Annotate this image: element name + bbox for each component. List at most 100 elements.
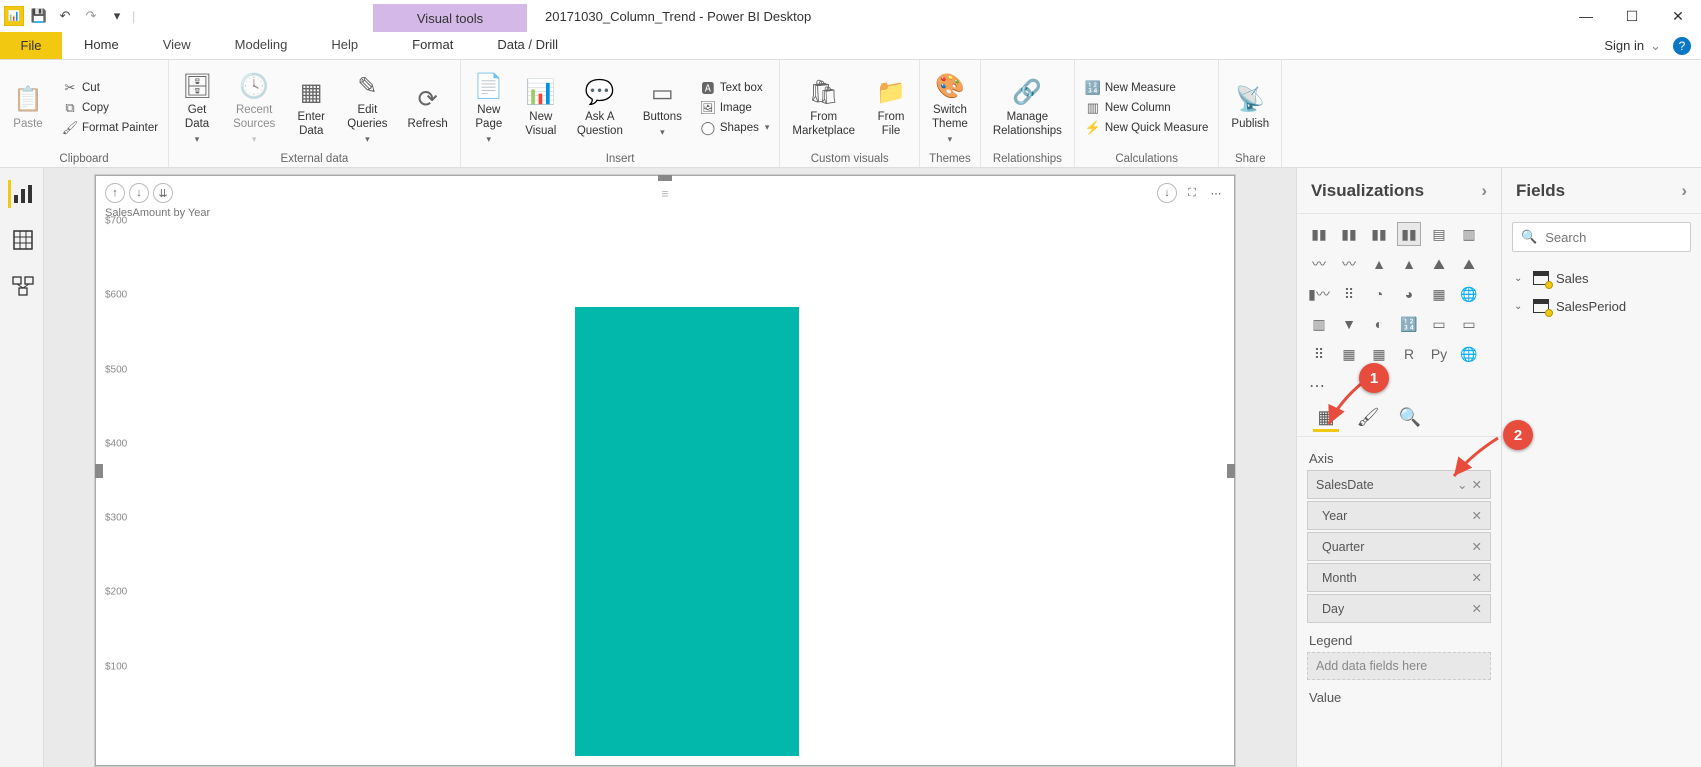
visual-more-icon[interactable]: ⋯ — [1207, 183, 1225, 203]
viz-type-7[interactable]: 〰 — [1337, 252, 1361, 276]
tab-format[interactable]: Format — [390, 32, 475, 59]
axis-hierarchy-year[interactable]: Year✕ — [1307, 501, 1491, 530]
viz-type-19[interactable]: ▼ — [1337, 312, 1361, 336]
viz-type-14[interactable]: ◔ — [1367, 282, 1391, 306]
manage-relationships-button[interactable]: 🔗Manage Relationships — [987, 75, 1068, 141]
minimize-button[interactable]: — — [1563, 0, 1609, 32]
viz-type-27[interactable]: R — [1397, 342, 1421, 366]
remove-field-icon[interactable]: ✕ — [1472, 508, 1482, 523]
maximize-button[interactable]: ☐ — [1609, 0, 1655, 32]
viz-type-16[interactable]: ▦ — [1427, 282, 1451, 306]
format-well-tab[interactable]: 🖌 — [1355, 406, 1381, 432]
viz-type-28[interactable]: Py — [1427, 342, 1451, 366]
resize-handle-top[interactable] — [658, 175, 672, 181]
sign-in-link[interactable]: Sign in — [1604, 38, 1644, 53]
more-visuals-icon[interactable]: ⋯ — [1297, 374, 1501, 398]
copy-button[interactable]: ⧉Copy — [58, 99, 162, 117]
viz-type-23[interactable]: ▭ — [1457, 312, 1481, 336]
viz-type-17[interactable]: 🌐 — [1457, 282, 1481, 306]
grip-icon[interactable]: ≡ — [661, 186, 669, 201]
viz-type-1[interactable]: ▮▮ — [1337, 222, 1361, 246]
tab-view[interactable]: View — [141, 32, 213, 59]
image-button[interactable]: 🖼Image — [696, 99, 774, 117]
tab-modeling[interactable]: Modeling — [213, 32, 310, 59]
search-input[interactable] — [1545, 230, 1701, 245]
recent-sources-button[interactable]: 🕓Recent Sources▾ — [227, 68, 281, 147]
from-marketplace-button[interactable]: 🛍From Marketplace — [786, 75, 861, 141]
new-measure-button[interactable]: 🔢New Measure — [1081, 79, 1213, 97]
field-table-salesperiod[interactable]: ⌄SalesPeriod — [1510, 292, 1693, 320]
text-box-button[interactable]: 🅰Text box — [696, 79, 774, 97]
chevron-down-icon[interactable]: ⌄ — [1514, 273, 1526, 284]
viz-type-29[interactable]: 🌐 — [1457, 342, 1481, 366]
resize-handle-left[interactable] — [95, 464, 103, 478]
get-data-button[interactable]: 🗄Get Data▾ — [175, 68, 219, 147]
field-table-sales[interactable]: ⌄Sales — [1510, 264, 1693, 292]
data-view-button[interactable] — [8, 226, 36, 254]
viz-type-22[interactable]: ▭ — [1427, 312, 1451, 336]
collapse-pane-icon[interactable]: › — [1681, 181, 1687, 201]
drill-toggle-icon[interactable]: ↓ — [1157, 183, 1177, 203]
legend-placeholder[interactable]: Add data fields here — [1307, 652, 1491, 680]
switch-theme-button[interactable]: 🎨Switch Theme▾ — [926, 68, 974, 147]
viz-type-5[interactable]: ▥ — [1457, 222, 1481, 246]
axis-hierarchy-month[interactable]: Month✕ — [1307, 563, 1491, 592]
axis-hierarchy-day[interactable]: Day✕ — [1307, 594, 1491, 623]
paste-button[interactable]: 📋 Paste — [6, 82, 50, 134]
drill-up-icon[interactable]: ↑ — [105, 183, 125, 203]
tab-help[interactable]: Help — [309, 32, 380, 59]
viz-type-11[interactable]: ⛰ — [1457, 252, 1481, 276]
qat-customize-icon[interactable]: ▾ — [106, 5, 128, 27]
collapse-pane-icon[interactable]: › — [1481, 181, 1487, 201]
axis-field-salesdate[interactable]: SalesDate ⌄✕ — [1307, 470, 1491, 499]
close-button[interactable]: ✕ — [1655, 0, 1701, 32]
new-column-button[interactable]: ▥New Column — [1081, 99, 1213, 117]
shapes-button[interactable]: ◯Shapes▾ — [696, 119, 774, 137]
focus-mode-icon[interactable]: ⛶ — [1183, 183, 1201, 203]
remove-field-icon[interactable]: ✕ — [1472, 601, 1482, 616]
tab-home[interactable]: Home — [62, 32, 141, 59]
expand-all-icon[interactable]: ⇊ — [153, 183, 173, 203]
viz-type-12[interactable]: ▮〰 — [1307, 282, 1331, 306]
new-page-button[interactable]: 📄New Page▾ — [467, 68, 511, 147]
viz-type-0[interactable]: ▮▮ — [1307, 222, 1331, 246]
viz-type-10[interactable]: ⛰ — [1427, 252, 1451, 276]
format-painter-button[interactable]: 🖌Format Painter — [58, 119, 162, 137]
resize-handle-right[interactable] — [1227, 464, 1235, 478]
viz-type-2[interactable]: ▮▮ — [1367, 222, 1391, 246]
model-view-button[interactable] — [8, 272, 36, 300]
visual-container[interactable]: ↑ ↓ ⇊ ≡ ↓ ⛶ ⋯ SalesAmount by Year $700$6… — [94, 174, 1236, 767]
buttons-button[interactable]: ▭Buttons▾ — [637, 75, 688, 140]
save-icon[interactable]: 💾 — [28, 5, 50, 27]
from-file-button[interactable]: 📁From File — [869, 75, 913, 141]
report-canvas[interactable]: ↑ ↓ ⇊ ≡ ↓ ⛶ ⋯ SalesAmount by Year $700$6… — [44, 168, 1296, 767]
viz-type-24[interactable]: ⠿ — [1307, 342, 1331, 366]
viz-type-13[interactable]: ⠿ — [1337, 282, 1361, 306]
new-visual-button[interactable]: 📊New Visual — [519, 75, 563, 141]
viz-type-8[interactable]: ▲ — [1367, 252, 1391, 276]
viz-type-20[interactable]: ◐ — [1367, 312, 1391, 336]
analytics-well-tab[interactable]: 🔍 — [1397, 406, 1423, 432]
viz-type-9[interactable]: ▲ — [1397, 252, 1421, 276]
remove-field-icon[interactable]: ✕ — [1472, 570, 1482, 585]
remove-field-icon[interactable]: ✕ — [1472, 477, 1482, 492]
chevron-down-icon[interactable]: ⌄ — [1457, 477, 1467, 492]
redo-icon[interactable]: ↷ — [80, 5, 102, 27]
chevron-down-icon[interactable]: ⌄ — [1650, 38, 1661, 54]
viz-type-4[interactable]: ▤ — [1427, 222, 1451, 246]
publish-button[interactable]: 📡Publish — [1225, 82, 1275, 134]
chevron-down-icon[interactable]: ⌄ — [1514, 301, 1526, 312]
ask-question-button[interactable]: 💬Ask A Question — [571, 75, 629, 141]
viz-type-21[interactable]: 🔢 — [1397, 312, 1421, 336]
remove-field-icon[interactable]: ✕ — [1472, 539, 1482, 554]
drill-down-icon[interactable]: ↓ — [129, 183, 149, 203]
help-icon[interactable]: ? — [1673, 37, 1691, 55]
axis-hierarchy-quarter[interactable]: Quarter✕ — [1307, 532, 1491, 561]
cut-button[interactable]: ✂Cut — [58, 79, 162, 97]
report-view-button[interactable] — [8, 180, 36, 208]
fields-well-tab[interactable]: ▦ — [1313, 406, 1339, 432]
fields-search[interactable]: 🔍 — [1512, 222, 1691, 252]
edit-queries-button[interactable]: ✎Edit Queries▾ — [341, 68, 393, 147]
file-tab[interactable]: File — [0, 32, 62, 59]
refresh-button[interactable]: ⟳Refresh — [402, 82, 454, 134]
